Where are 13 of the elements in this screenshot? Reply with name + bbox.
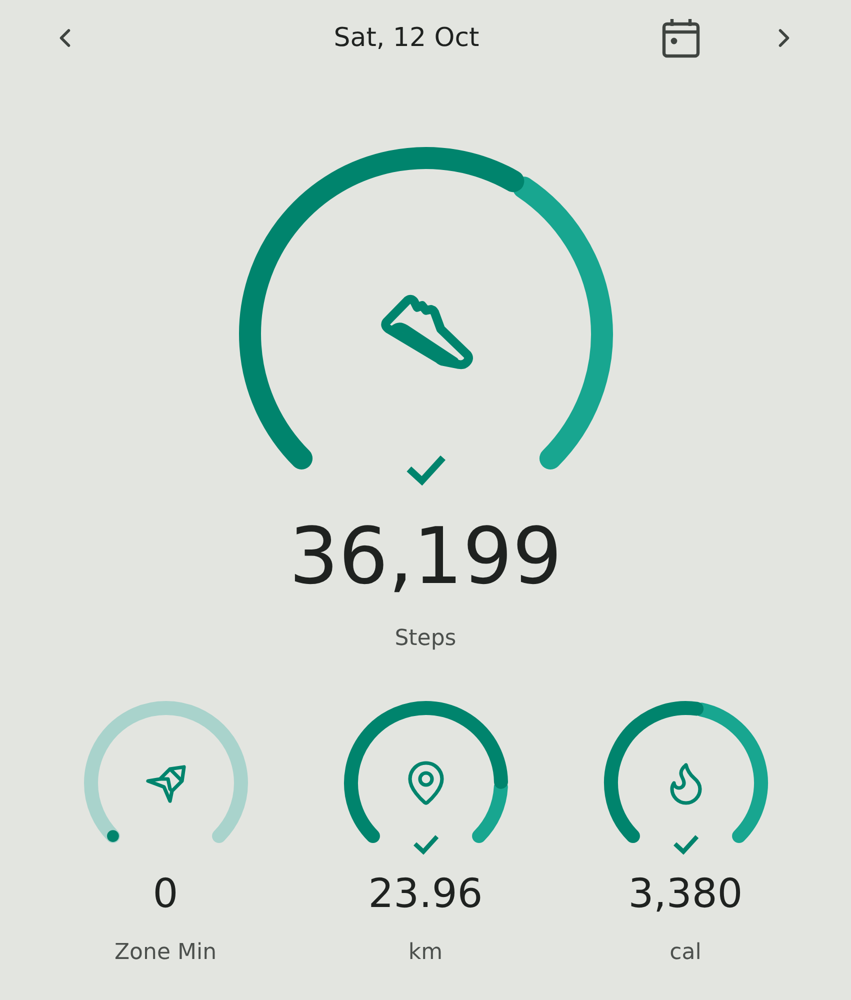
metric-value: 0	[152, 874, 178, 914]
flame-icon	[672, 765, 700, 804]
gauge-fill	[106, 830, 118, 842]
map-pin-icon	[410, 763, 442, 804]
metric-label: km	[408, 940, 443, 966]
metric-value: 3,380	[628, 874, 743, 914]
shoe-icon	[380, 294, 472, 370]
metric-label: cal	[670, 940, 702, 966]
metric-value: 23.96	[368, 874, 483, 914]
metric-label: Zone Min	[114, 940, 217, 966]
date-title: Sat, 12 Oct	[332, 23, 480, 53]
steps-label: Steps	[394, 626, 456, 652]
steps-value: 36,199	[289, 518, 562, 596]
